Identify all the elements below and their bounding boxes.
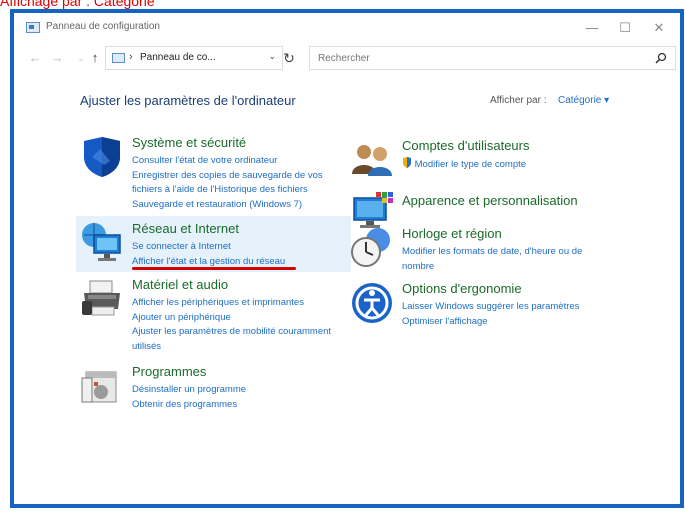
uac-shield-icon bbox=[403, 157, 411, 168]
link-optimize-display[interactable]: Optimiser l'affichage bbox=[402, 315, 579, 330]
back-button[interactable]: ← bbox=[26, 48, 44, 68]
view-by-label: Afficher par : bbox=[490, 95, 547, 106]
control-panel-icon bbox=[112, 53, 125, 63]
users-icon[interactable] bbox=[350, 138, 394, 182]
title-bar[interactable]: Panneau de configuration — ☐ ✕ bbox=[14, 13, 680, 43]
link-suggest-settings[interactable]: Laisser Windows suggérer les paramètres bbox=[402, 300, 579, 315]
link-connect-internet[interactable]: Se connecter à Internet bbox=[132, 240, 285, 255]
category-user-accounts: Comptes d'utilisateurs Modifier le type … bbox=[350, 138, 620, 178]
navigation-bar: ← → ⌄ ↑ › Panneau de co... ⌄ ↻ Recherche… bbox=[14, 43, 680, 73]
category-system-security: Système et sécurité Consulter l'état de … bbox=[80, 135, 350, 215]
category-title[interactable]: Réseau et Internet bbox=[132, 221, 239, 236]
category-appearance: Apparence et personnalisation bbox=[350, 190, 620, 230]
link-view-computer-status[interactable]: Consulter l'état de votre ordinateur bbox=[132, 154, 348, 169]
search-icon[interactable] bbox=[655, 52, 667, 64]
category-title[interactable]: Horloge et région bbox=[402, 226, 502, 241]
search-input[interactable]: Rechercher bbox=[309, 46, 676, 70]
category-network-internet: Réseau et Internet Se connecter à Intern… bbox=[80, 221, 350, 271]
link-add-device[interactable]: Ajouter un périphérique bbox=[132, 311, 348, 326]
minimize-button[interactable]: — bbox=[580, 18, 604, 38]
search-placeholder: Rechercher bbox=[318, 53, 370, 64]
link-backup-restore[interactable]: Sauvegarde et restauration (Windows 7) bbox=[132, 198, 348, 213]
category-ease-of-access: Options d'ergonomie Laisser Windows sugg… bbox=[350, 281, 620, 336]
up-button[interactable]: ↑ bbox=[86, 48, 104, 68]
category-programs: Programmes Désinstaller un programme Obt… bbox=[80, 364, 350, 414]
link-change-account-type[interactable]: Modifier le type de compte bbox=[402, 157, 526, 173]
control-panel-icon bbox=[26, 22, 40, 33]
link-devices-printers[interactable]: Afficher les périphériques et imprimante… bbox=[132, 296, 348, 311]
page-caption: Affichage par : Catégorie bbox=[0, 0, 155, 9]
shield-icon[interactable] bbox=[80, 135, 124, 179]
category-title[interactable]: Options d'ergonomie bbox=[402, 281, 522, 296]
clock-icon[interactable] bbox=[350, 226, 394, 270]
category-hardware-sound: Matériel et audio Afficher les périphéri… bbox=[80, 277, 350, 357]
chevron-right-icon: › bbox=[129, 51, 133, 63]
refresh-button[interactable]: ↻ bbox=[278, 48, 300, 68]
maximize-button[interactable]: ☐ bbox=[613, 18, 637, 38]
window-title: Panneau de configuration bbox=[46, 21, 160, 32]
category-title[interactable]: Matériel et audio bbox=[132, 277, 228, 292]
accessibility-icon[interactable] bbox=[350, 281, 394, 325]
link-file-history-backup[interactable]: Enregistrer des copies de sauvegarde de … bbox=[132, 169, 348, 198]
close-button[interactable]: ✕ bbox=[647, 18, 671, 38]
printer-icon[interactable] bbox=[80, 277, 124, 321]
category-title[interactable]: Programmes bbox=[132, 364, 206, 379]
category-title[interactable]: Comptes d'utilisateurs bbox=[402, 138, 529, 153]
control-panel-window: Panneau de configuration — ☐ ✕ ← → ⌄ ↑ ›… bbox=[10, 9, 684, 508]
page-title: Ajuster les paramètres de l'ordinateur bbox=[80, 93, 296, 108]
link-get-programs[interactable]: Obtenir des programmes bbox=[132, 398, 246, 413]
link-date-time-formats[interactable]: Modifier les formats de date, d'heure ou… bbox=[402, 245, 607, 274]
address-bar[interactable]: › Panneau de co... ⌄ bbox=[105, 46, 283, 70]
link-label: Modifier le type de compte bbox=[414, 159, 527, 170]
network-icon[interactable] bbox=[80, 221, 124, 265]
view-by-dropdown[interactable]: Catégorie ▾ bbox=[558, 95, 609, 106]
category-title[interactable]: Système et sécurité bbox=[132, 135, 246, 150]
link-uninstall-program[interactable]: Désinstaller un programme bbox=[132, 383, 246, 398]
red-underline-annotation bbox=[132, 267, 296, 270]
category-title[interactable]: Apparence et personnalisation bbox=[402, 193, 578, 208]
link-mobility-settings[interactable]: Ajuster les paramètres de mobilité coura… bbox=[132, 325, 348, 354]
programs-icon[interactable] bbox=[80, 364, 124, 408]
category-clock-region: Horloge et région Modifier les formats d… bbox=[350, 226, 620, 281]
chevron-down-icon[interactable]: ⌄ bbox=[268, 51, 276, 62]
window-content: Panneau de configuration — ☐ ✕ ← → ⌄ ↑ ›… bbox=[14, 13, 680, 504]
forward-button[interactable]: → bbox=[48, 48, 66, 68]
address-path[interactable]: Panneau de co... bbox=[140, 52, 216, 63]
